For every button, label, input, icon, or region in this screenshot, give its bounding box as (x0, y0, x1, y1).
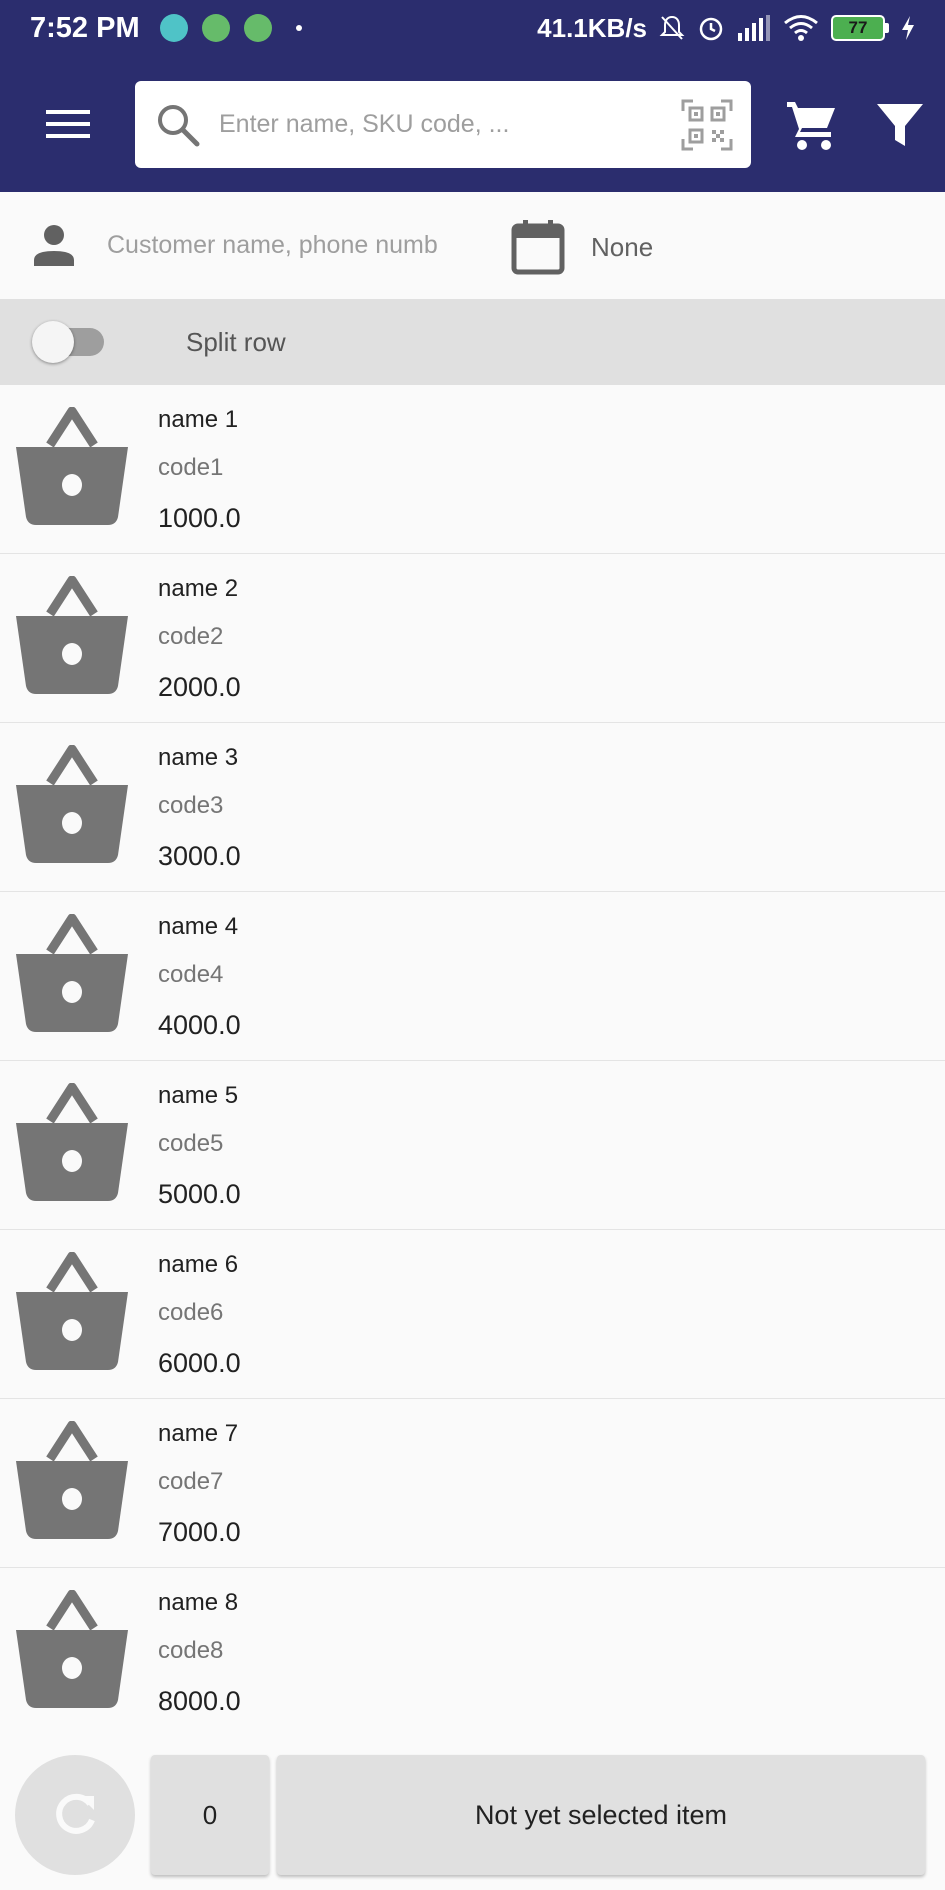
calendar-icon[interactable] (510, 218, 566, 276)
menu-button[interactable] (38, 100, 98, 148)
item-count-button[interactable]: 0 (151, 1755, 269, 1875)
wifi-icon (784, 15, 818, 41)
product-name: name 4 (158, 913, 239, 940)
split-row: Split row (0, 299, 945, 385)
basket-icon (16, 576, 128, 694)
product-name: name 8 (158, 1589, 239, 1616)
alarm-icon (699, 17, 723, 41)
product-item[interactable]: name 2 code2 2000.0 (0, 554, 945, 723)
signal-icon (738, 15, 770, 41)
refresh-icon (56, 1793, 95, 1834)
product-code: code3 (158, 792, 224, 819)
product-item[interactable]: name 7 code7 7000.0 (0, 1399, 945, 1568)
battery-level: 77 (831, 15, 885, 41)
product-name: name 7 (158, 1420, 239, 1447)
app-bar (0, 56, 945, 192)
menu-icon (46, 110, 90, 138)
basket-icon (16, 1421, 128, 1539)
status-time: 7:52 PM (30, 11, 140, 44)
product-name: name 1 (158, 406, 239, 433)
status-app-icons (159, 14, 302, 42)
split-row-label: Split row (186, 327, 286, 357)
product-price: 7000.0 (158, 1517, 241, 1547)
basket-icon (16, 407, 128, 525)
product-price: 8000.0 (158, 1686, 241, 1716)
search-input[interactable] (219, 81, 619, 168)
search-icon (158, 105, 200, 147)
status-indicators: 41.1KB/s 77 (537, 13, 915, 44)
product-item[interactable]: name 5 code5 5000.0 (0, 1061, 945, 1230)
cart-icon[interactable] (785, 98, 841, 154)
product-price: 1000.0 (158, 503, 241, 533)
product-price: 3000.0 (158, 841, 241, 871)
filter-icon[interactable] (875, 100, 925, 152)
product-item[interactable]: name 8 code8 8000.0 (0, 1568, 945, 1737)
product-item[interactable]: name 1 code1 1000.0 (0, 385, 945, 554)
app-notification-icon (243, 14, 272, 42)
product-code: code5 (158, 1130, 224, 1157)
split-row-toggle[interactable] (32, 321, 112, 363)
app-notification-icon (201, 14, 230, 42)
network-speed: 41.1KB/s (537, 12, 647, 43)
product-code: code2 (158, 623, 224, 650)
refresh-button[interactable] (15, 1755, 135, 1875)
basket-icon (16, 914, 128, 1032)
product-item[interactable]: name 3 code3 3000.0 (0, 723, 945, 892)
product-name: name 6 (158, 1251, 239, 1278)
product-code: code8 (158, 1637, 224, 1664)
charging-icon (902, 16, 914, 40)
product-name: name 3 (158, 744, 239, 771)
selected-item-button[interactable]: Not yet selected item (277, 1755, 925, 1875)
customer-search-input[interactable] (107, 217, 462, 273)
more-notifications-dot (295, 25, 302, 31)
product-name: name 2 (158, 575, 239, 602)
product-item[interactable]: name 6 code6 6000.0 (0, 1230, 945, 1399)
basket-icon (16, 1083, 128, 1201)
status-bar: 7:52 PM 41.1KB/s 77 (0, 0, 945, 56)
product-price: 6000.0 (158, 1348, 241, 1378)
customer-row: None (0, 192, 945, 299)
product-code: code1 (158, 454, 224, 481)
product-list: name 1 code1 1000.0 name 2 code2 2000.0 … (0, 385, 945, 1737)
product-price: 4000.0 (158, 1010, 241, 1040)
qr-code-icon[interactable] (681, 99, 733, 151)
product-code: code6 (158, 1299, 224, 1326)
battery-tip (885, 23, 889, 33)
bell-off-icon (659, 15, 685, 40)
toggle-thumb (32, 321, 74, 363)
date-value[interactable]: None (591, 232, 653, 263)
app-notification-icon (159, 14, 188, 42)
battery-indicator: 77 (831, 15, 889, 41)
bottom-bar: 0 Not yet selected item (0, 1735, 945, 1890)
product-name: name 5 (158, 1082, 239, 1109)
product-price: 5000.0 (158, 1179, 241, 1209)
basket-icon (16, 745, 128, 863)
search-box[interactable] (135, 81, 751, 168)
product-price: 2000.0 (158, 672, 241, 702)
product-code: code7 (158, 1468, 224, 1495)
product-item[interactable]: name 4 code4 4000.0 (0, 892, 945, 1061)
basket-icon (16, 1252, 128, 1370)
product-code: code4 (158, 961, 224, 988)
person-icon (34, 225, 74, 266)
basket-icon (16, 1590, 128, 1708)
